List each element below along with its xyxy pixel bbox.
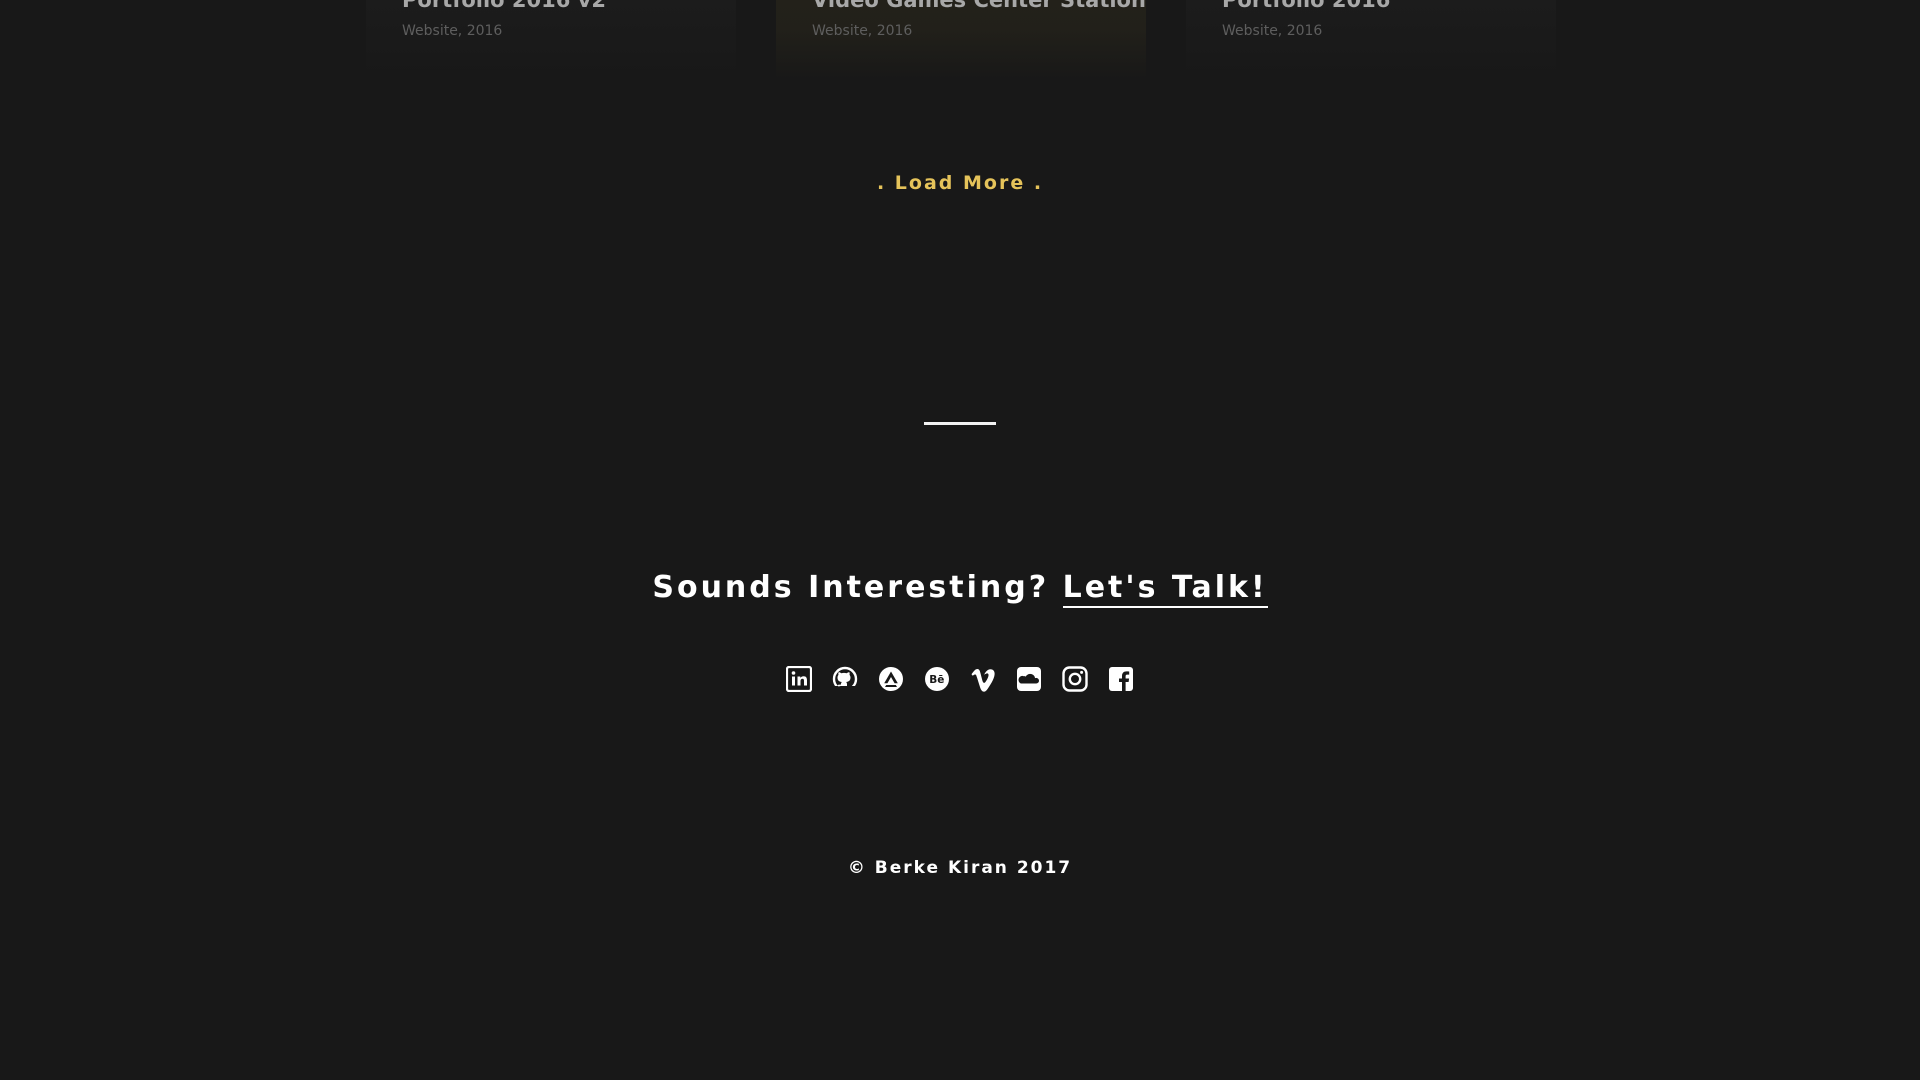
artstation-icon [879,667,903,691]
project-title: Portfolio 2016 v2 [402,0,606,12]
project-subtitle: Website, 2016 [402,23,503,39]
svg-text:Bē: Bē [929,674,944,686]
project-title: Video Games Center Station [812,0,1146,12]
vimeo-link[interactable] [970,666,996,692]
lets-talk-link[interactable]: Let's Talk! [1062,570,1268,608]
social-links: Bē [0,666,1920,692]
behance-icon: Bē [925,667,949,691]
project-title: Portfolio 2016 [1222,0,1391,12]
behance-link[interactable]: Bē [924,666,950,692]
contact-question: Sounds Interesting? [652,570,1063,605]
section-divider [924,422,996,425]
load-more-button[interactable]: . Load More . [877,172,1043,194]
linkedin-link[interactable] [786,666,812,692]
project-card[interactable]: Video Games Center Station Website, 2016 [776,0,1146,80]
project-subtitle: Website, 2016 [1222,23,1323,39]
soundcloud-icon [1017,667,1041,691]
project-card[interactable]: Portfolio 2016 Website, 2016 [1186,0,1556,80]
project-card[interactable]: Portfolio 2016 v2 Website, 2016 [366,0,736,80]
linkedin-icon [786,666,812,692]
instagram-icon [1062,666,1088,692]
contact-heading: Sounds Interesting? Let's Talk! [0,570,1920,608]
artstation-link[interactable] [878,666,904,692]
github-link[interactable] [832,666,858,692]
footer-copyright: © Berke Kiran 2017 [847,858,1073,878]
project-subtitle: Website, 2016 [812,23,913,39]
projects-grid: Portfolio 2016 v2 Website, 2016 Video Ga… [366,0,1556,80]
load-more-container: . Load More . [0,172,1920,194]
github-icon [832,666,858,692]
instagram-link[interactable] [1062,666,1088,692]
page: Portfolio 2016 v2 Website, 2016 Video Ga… [0,0,1920,1080]
facebook-icon [1109,667,1133,691]
vimeo-icon [971,668,995,692]
facebook-link[interactable] [1108,666,1134,692]
soundcloud-link[interactable] [1016,666,1042,692]
